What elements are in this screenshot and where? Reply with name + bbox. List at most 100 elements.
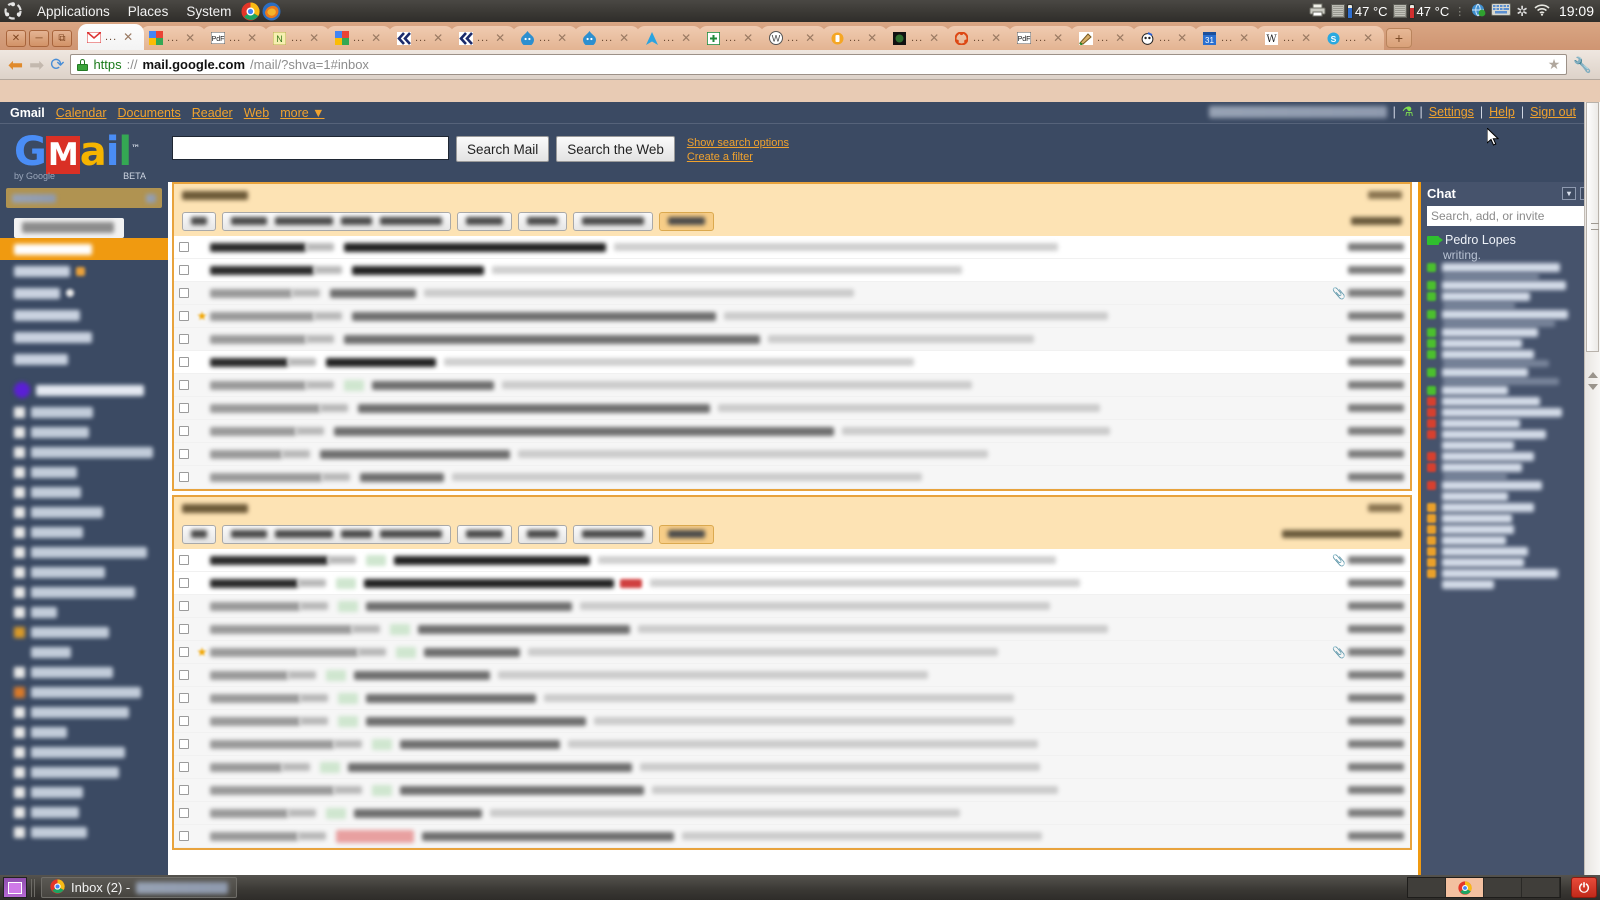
browser-tab[interactable]: ... ✕ <box>884 26 950 50</box>
browser-tab[interactable]: W... ✕ <box>1256 26 1322 50</box>
browser-tab[interactable]: PdF... ✕ <box>1008 26 1074 50</box>
menu-applications[interactable]: Applications <box>28 2 119 21</box>
mail-row-checkbox-cell[interactable] <box>174 357 194 367</box>
chat-buddy[interactable]: Joao Rodrigues <box>1421 327 1600 338</box>
mail-row-checkbox-cell[interactable] <box>174 242 194 252</box>
checkbox[interactable] <box>179 403 189 413</box>
toolbar-button[interactable]: Delete <box>340 217 372 225</box>
mail-row[interactable]: Filipe, Pedro (4) Filipe Carvalho - a gat… <box>174 236 1410 259</box>
toolbar-button-group[interactable]: More actions <box>572 524 654 544</box>
checkbox[interactable] <box>179 647 189 657</box>
power-button[interactable]: ⏻ <box>1571 877 1597 898</box>
mail-row-checkbox-cell[interactable] <box>174 311 194 321</box>
chat-buddy[interactable]: Ricardo Nunes <box>1421 557 1600 568</box>
close-icon[interactable]: ✕ <box>1363 31 1373 45</box>
close-icon[interactable]: ✕ <box>1177 31 1187 45</box>
checkbox[interactable] <box>179 555 189 565</box>
browser-tab[interactable]: ... ✕ <box>388 26 454 50</box>
checkbox[interactable] <box>179 357 189 367</box>
sidebar-label-item[interactable]: bookmark (2) <box>0 662 168 682</box>
sidebar-label-item[interactable]: 6 more <box>0 642 168 662</box>
checkbox[interactable] <box>179 426 189 436</box>
chat-buddy-featured[interactable]: Pedro Lopes <box>1421 232 1600 248</box>
sidebar-label-item[interactable]: notas sociedad <box>0 702 168 722</box>
menu-system[interactable]: System <box>177 2 240 21</box>
scroll-down-arrow-icon[interactable] <box>1588 384 1598 390</box>
toolbar-button[interactable]: Labels <box>526 217 558 225</box>
mail-row-checkbox-cell[interactable] <box>174 785 194 795</box>
close-icon[interactable]: ✕ <box>1053 31 1063 45</box>
mail-row[interactable]: Lars Norden (3) Sorry nao estava Well tou… <box>174 572 1410 595</box>
close-icon[interactable]: ✕ <box>1115 31 1125 45</box>
close-icon[interactable]: ✕ <box>495 31 505 45</box>
show-desktop-button[interactable] <box>3 877 27 898</box>
toolbar-button-group[interactable]: Archive Report spam Delete Mark as read <box>222 211 452 231</box>
wrench-menu-icon[interactable]: 🔧 <box>1573 56 1592 74</box>
forward-arrow-icon[interactable]: ➡ <box>29 56 44 74</box>
workspace-1[interactable] <box>1408 878 1446 897</box>
section-clear-link[interactable]: Clear all <box>1368 504 1402 512</box>
toolbar-button[interactable]: Move to <box>466 530 503 538</box>
browser-tab[interactable]: ... ✕ <box>698 26 764 50</box>
search-mail-button[interactable]: Search Mail <box>456 136 550 162</box>
mail-row-checkbox-cell[interactable] <box>174 831 194 841</box>
menu-places[interactable]: Places <box>119 2 178 21</box>
sidebar-folder-item[interactable]: Starred <box>0 260 168 282</box>
browser-tab[interactable]: ... ✕ <box>450 26 516 50</box>
chat-buddy[interactable]: Bruno De Freitas <box>1421 396 1600 407</box>
sidebar-label-item[interactable]: cenas <box>0 462 168 482</box>
checkbox[interactable] <box>179 380 189 390</box>
select-all-dropdown[interactable] <box>182 524 216 544</box>
toolbar-button[interactable]: Labels <box>526 530 558 538</box>
checkbox[interactable] <box>179 670 189 680</box>
chat-buddy[interactable]: Ferranda Rita <box>1421 462 1600 473</box>
mail-row-checkbox-cell[interactable] <box>174 693 194 703</box>
close-icon[interactable]: ✕ <box>867 31 877 45</box>
browser-tab[interactable]: ... ✕ <box>1070 26 1136 50</box>
chat-buddy[interactable]: Catia da Souza Trigo <box>1421 280 1600 291</box>
ubuntu-logo-icon[interactable] <box>4 2 22 20</box>
checkbox[interactable] <box>179 624 189 634</box>
taskbar-window-button[interactable]: Inbox (2) - anaakindaf... <box>41 877 238 898</box>
section-clear-link[interactable]: Clear all <box>1368 191 1402 199</box>
sidebar-label-item[interactable]: bd machine <box>0 762 168 782</box>
chevron-down-icon[interactable]: ▾ <box>1562 186 1576 200</box>
browser-tab[interactable]: ... ✕ <box>1132 26 1198 50</box>
sign-out-link[interactable]: Sign out <box>1530 105 1576 119</box>
mail-row-checkbox-cell[interactable] <box>174 555 194 565</box>
checkbox[interactable] <box>179 808 189 818</box>
gmail-logo[interactable]: GMail™ by Google BETA <box>14 130 146 181</box>
close-icon[interactable]: ✕ <box>619 31 629 45</box>
toolbar-button-group[interactable]: Refresh <box>659 211 714 231</box>
keyboard-indicator-icon[interactable] <box>1491 3 1512 19</box>
sidebar-folder-item[interactable]: Chats <box>0 282 168 304</box>
chat-buddy[interactable]: Leonardo Jorge <box>1421 451 1600 462</box>
browser-tab[interactable]: N... ✕ <box>264 26 330 50</box>
bluetooth-icon[interactable]: ✲ <box>1516 3 1528 20</box>
toolbar-button[interactable]: Delete <box>340 530 372 538</box>
mail-row[interactable]: Luis, Kia (2) novo on late Humanidades la… <box>174 443 1410 466</box>
mail-row[interactable]: Lest nafira [ITS] Analysing micro priorit… <box>174 756 1410 779</box>
temperature-indicator-2[interactable]: 47 °C <box>1392 3 1449 19</box>
new-tab-button[interactable]: + <box>1386 28 1412 48</box>
window-maximize-button[interactable]: ⧉ <box>52 30 72 47</box>
create-filter-link[interactable]: Create a filter <box>687 151 789 163</box>
chat-search-input[interactable]: Search, add, or invite <box>1427 206 1594 226</box>
show-search-options-link[interactable]: Show search options <box>687 137 789 149</box>
mail-row[interactable]: Drocas, Pedro (5) magia nui Sortparla LIT… <box>174 328 1410 351</box>
browser-tab[interactable]: ... ✕ <box>636 26 702 50</box>
mail-row-checkbox-cell[interactable] <box>174 472 194 482</box>
browser-tab[interactable]: ... ✕ <box>512 26 578 50</box>
close-icon[interactable]: ✕ <box>805 31 815 45</box>
browser-tab[interactable]: W... ✕ <box>760 26 826 50</box>
toolbar-button[interactable]: Refresh <box>668 217 705 225</box>
checkbox[interactable] <box>179 578 189 588</box>
mail-row[interactable]: Hans Ernst, Pedro (47) [ITS] develop in P… <box>174 549 1410 572</box>
close-icon[interactable]: ✕ <box>743 31 753 45</box>
chat-buddy[interactable]: Lucia Sofi <box>1421 385 1600 396</box>
select-all-dropdown[interactable] <box>182 211 216 231</box>
browser-tab[interactable]: ... ✕ <box>140 26 206 50</box>
mail-row[interactable]: Rui, Pedro (5) visto agenha de ok isso, po… <box>174 282 1410 305</box>
sidebar-label-item[interactable]: cientifico research <box>0 442 168 462</box>
mail-row-checkbox-cell[interactable] <box>174 578 194 588</box>
